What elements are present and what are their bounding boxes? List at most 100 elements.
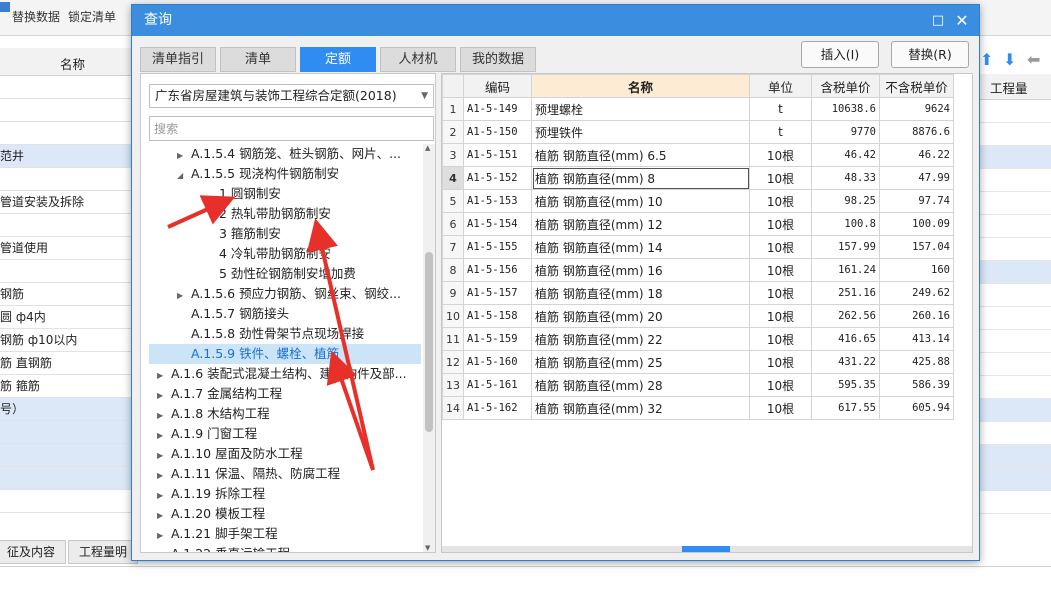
price-notax-cell[interactable]: 47.99 xyxy=(879,166,954,190)
bg-list-row[interactable] xyxy=(0,99,134,122)
price-tax-cell[interactable]: 9770 xyxy=(811,120,880,144)
tree-node[interactable]: ▶ A.1.5.6 预应力钢筋、钢丝束、钢绞... xyxy=(177,284,401,304)
name-cell[interactable]: 植筋 钢筋直径(mm) 8 xyxy=(531,166,750,190)
row-number[interactable]: 6 xyxy=(442,212,464,236)
name-cell[interactable]: 植筋 钢筋直径(mm) 14 xyxy=(531,235,750,259)
tab-list[interactable]: 清单 xyxy=(220,47,296,72)
unit-cell[interactable]: 10根 xyxy=(749,304,812,328)
bg-quantity-row[interactable] xyxy=(978,169,1051,192)
code-cell[interactable]: A1-5-150 xyxy=(463,120,532,144)
price-notax-cell[interactable]: 249.62 xyxy=(879,281,954,305)
bg-list-row[interactable] xyxy=(0,421,134,444)
move-down-icon[interactable]: ⬇ xyxy=(1003,50,1016,69)
expand-arrow-icon[interactable]: ▶ xyxy=(157,486,171,506)
table-row[interactable]: 10 A1-5-158 植筋 钢筋直径(mm) 20 10根 262.56 260.16 xyxy=(442,304,954,328)
name-cell[interactable]: 植筋 钢筋直径(mm) 25 xyxy=(531,350,750,374)
row-number[interactable]: 1 xyxy=(442,97,464,121)
price-notax-cell[interactable]: 157.04 xyxy=(879,235,954,259)
row-number[interactable]: 4 xyxy=(442,166,464,190)
price-tax-cell[interactable]: 595.35 xyxy=(811,373,880,397)
name-cell[interactable]: 植筋 钢筋直径(mm) 32 xyxy=(531,396,750,420)
code-cell[interactable]: A1-5-153 xyxy=(463,189,532,213)
row-number[interactable]: 10 xyxy=(442,304,464,328)
lock-list-button[interactable]: 锁定清单 xyxy=(68,8,116,25)
bg-list-row[interactable] xyxy=(0,467,134,490)
tree-node[interactable]: 5 劲性砼钢筋制安增加费 xyxy=(205,264,356,284)
bg-list-row[interactable] xyxy=(0,76,134,99)
name-cell[interactable]: 植筋 钢筋直径(mm) 6.5 xyxy=(531,143,750,167)
price-notax-cell[interactable]: 97.74 xyxy=(879,189,954,213)
tree-node[interactable]: 1 圆钢制安 xyxy=(205,184,281,204)
row-number[interactable]: 8 xyxy=(442,258,464,282)
table-row[interactable]: 1 A1-5-149 预埋螺栓 t 10638.6 9624 xyxy=(442,97,954,121)
tree-node[interactable]: ▶ A.1.7 金属结构工程 xyxy=(157,384,282,404)
row-number[interactable]: 7 xyxy=(442,235,464,259)
tree-node[interactable]: 2 热轧带肋钢筋制安 xyxy=(205,204,331,224)
row-number[interactable]: 14 xyxy=(442,396,464,420)
unit-cell[interactable]: 10根 xyxy=(749,373,812,397)
code-cell[interactable]: A1-5-154 xyxy=(463,212,532,236)
bg-list-row[interactable] xyxy=(0,444,134,467)
bg-list-row[interactable]: 圆 ф4内 xyxy=(0,306,134,329)
bg-quantity-row[interactable] xyxy=(978,307,1051,330)
bg-quantity-row[interactable] xyxy=(978,468,1051,491)
bg-list-row[interactable]: 钢筋 xyxy=(0,283,134,306)
name-cell[interactable]: 植筋 钢筋直径(mm) 10 xyxy=(531,189,750,213)
bg-list-row[interactable]: 范井 xyxy=(0,145,134,168)
tree-node[interactable]: ▶ A.1.11 保温、隔热、防腐工程 xyxy=(157,464,340,484)
expand-arrow-icon[interactable]: ▶ xyxy=(157,506,171,526)
bg-quantity-row[interactable] xyxy=(978,330,1051,353)
close-icon[interactable]: ✕ xyxy=(951,5,973,36)
price-notax-cell[interactable]: 605.94 xyxy=(879,396,954,420)
tree-node[interactable]: ▶ A.1.19 拆除工程 xyxy=(157,484,265,504)
table-row[interactable]: 2 A1-5-150 预埋铁件 t 9770 8876.6 xyxy=(442,120,954,144)
price-notax-cell[interactable]: 160 xyxy=(879,258,954,282)
bg-list-row[interactable]: 筋 箍筋 xyxy=(0,375,134,398)
price-tax-cell[interactable]: 100.8 xyxy=(811,212,880,236)
table-row[interactable]: 11 A1-5-159 植筋 钢筋直径(mm) 22 10根 416.65 413.14 xyxy=(442,327,954,351)
bg-list-row[interactable] xyxy=(0,122,134,145)
bg-quantity-row[interactable] xyxy=(978,215,1051,238)
price-tax-cell[interactable]: 262.56 xyxy=(811,304,880,328)
scroll-up-icon[interactable]: ▲ xyxy=(425,144,430,152)
row-number[interactable]: 12 xyxy=(442,350,464,374)
bg-list-row[interactable] xyxy=(0,490,134,513)
tree-node[interactable]: ▶A.1.22 垂直运输工程 xyxy=(157,544,290,552)
name-cell[interactable]: 植筋 钢筋直径(mm) 18 xyxy=(531,281,750,305)
price-tax-cell[interactable]: 48.33 xyxy=(811,166,880,190)
row-number[interactable]: 5 xyxy=(442,189,464,213)
table-row[interactable]: 9 A1-5-157 植筋 钢筋直径(mm) 18 10根 251.16 249.62 xyxy=(442,281,954,305)
price-tax-cell[interactable]: 10638.6 xyxy=(811,97,880,121)
replace-data-button[interactable]: 替换数据 xyxy=(12,8,60,25)
price-notax-cell[interactable]: 260.16 xyxy=(879,304,954,328)
price-tax-cell[interactable]: 617.55 xyxy=(811,396,880,420)
bg-quantity-row[interactable] xyxy=(978,376,1051,399)
price-tax-cell[interactable]: 157.99 xyxy=(811,235,880,259)
price-tax-cell[interactable]: 46.42 xyxy=(811,143,880,167)
bottom-tab-quantity[interactable]: 工程量明 xyxy=(68,540,138,564)
table-row[interactable]: 4 A1-5-152 植筋 钢筋直径(mm) 8 10根 48.33 47.99 xyxy=(442,166,954,190)
tree-node[interactable]: ▶ A.1.6 装配式混凝土结构、建筑构件及部... xyxy=(157,364,407,384)
table-row[interactable]: 7 A1-5-155 植筋 钢筋直径(mm) 14 10根 157.99 157.04 xyxy=(442,235,954,259)
bg-quantity-row[interactable] xyxy=(978,123,1051,146)
name-cell[interactable]: 植筋 钢筋直径(mm) 22 xyxy=(531,327,750,351)
row-number[interactable]: 2 xyxy=(442,120,464,144)
row-number[interactable]: 9 xyxy=(442,281,464,305)
table-row[interactable]: 8 A1-5-156 植筋 钢筋直径(mm) 16 10根 161.24 160 xyxy=(442,258,954,282)
expand-arrow-icon[interactable]: ▶ xyxy=(177,146,191,166)
table-row[interactable]: 13 A1-5-161 植筋 钢筋直径(mm) 28 10根 595.35 586.39 xyxy=(442,373,954,397)
tree-node[interactable]: A.1.5.9 铁件、螺栓、植筋 xyxy=(149,344,421,364)
table-hscrollbar[interactable] xyxy=(442,546,972,552)
name-cell[interactable]: 植筋 钢筋直径(mm) 28 xyxy=(531,373,750,397)
table-row[interactable]: 5 A1-5-153 植筋 钢筋直径(mm) 10 10根 98.25 97.74 xyxy=(442,189,954,213)
table-row[interactable]: 12 A1-5-160 植筋 钢筋直径(mm) 25 10根 431.22 425.88 xyxy=(442,350,954,374)
table-row[interactable]: 3 A1-5-151 植筋 钢筋直径(mm) 6.5 10根 46.42 46.22 xyxy=(442,143,954,167)
name-cell[interactable]: 预埋螺栓 xyxy=(531,97,750,121)
unit-header[interactable]: 单位 xyxy=(749,74,812,98)
replace-button[interactable]: 替换(R) xyxy=(891,41,969,68)
code-cell[interactable]: A1-5-155 xyxy=(463,235,532,259)
table-row[interactable]: 6 A1-5-154 植筋 钢筋直径(mm) 12 10根 100.8 100.09 xyxy=(442,212,954,236)
bg-quantity-row[interactable] xyxy=(978,146,1051,169)
tree-scroll-thumb[interactable] xyxy=(425,252,433,432)
expand-arrow-icon[interactable]: ▶ xyxy=(157,426,171,446)
